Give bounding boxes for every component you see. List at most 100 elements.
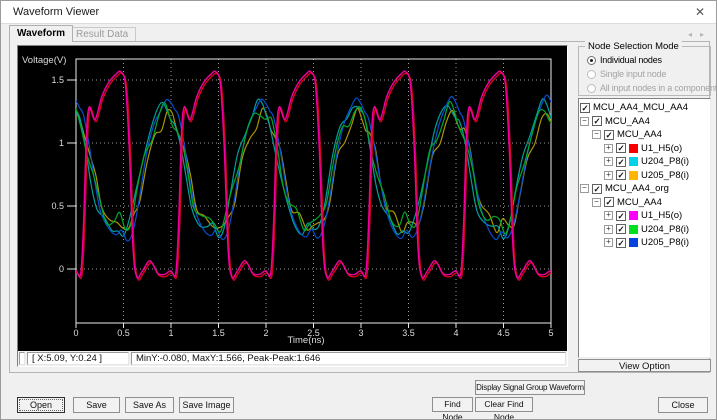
checkbox-icon[interactable]: ✓: [616, 224, 626, 234]
tab-strip: Waveform Result Data: [9, 24, 409, 42]
checkbox-icon[interactable]: ✓: [616, 211, 626, 221]
checkbox-icon[interactable]: ✓: [616, 143, 626, 153]
radio-label: Individual nodes: [600, 55, 662, 65]
tab-scroll-left-icon[interactable]: ◂: [688, 30, 692, 39]
expand-icon[interactable]: +: [604, 211, 613, 220]
svg-text:4: 4: [453, 328, 458, 338]
save-button[interactable]: Save: [73, 397, 120, 413]
radio-option-all-input-nodes-in-a-component: All input nodes in a component: [587, 81, 710, 95]
color-swatch: [629, 225, 638, 234]
svg-text:3.5: 3.5: [402, 328, 415, 338]
save-image-button[interactable]: Save Image: [179, 397, 234, 413]
titlebar: Waveform Viewer ✕: [1, 1, 716, 24]
tree-item-mcu-aa4[interactable]: −✓MCU_AA4: [579, 115, 710, 129]
close-icon[interactable]: ✕: [695, 5, 705, 19]
clear-find-node-button[interactable]: Clear Find Node: [475, 397, 533, 412]
tree-item-mcu-aa4[interactable]: −✓MCU_AA4: [579, 196, 710, 210]
radio-icon: [587, 84, 596, 93]
color-swatch: [629, 211, 638, 220]
tree-item-u204-p8-i[interactable]: +✓ U204_P8(i): [579, 223, 710, 237]
save-as-button[interactable]: Save As: [125, 397, 174, 413]
svg-text:0.5: 0.5: [117, 328, 130, 338]
tree-item-label[interactable]: MCU_AA4_org: [605, 183, 669, 194]
waveform-plot[interactable]: 00.511.522.533.544.551.510.50Voltage(V)T…: [18, 46, 567, 351]
close-button[interactable]: Close: [658, 397, 708, 413]
svg-text:3: 3: [358, 328, 363, 338]
display-signal-group-waveform-button[interactable]: Display Signal Group Waveform: [475, 380, 585, 395]
svg-text:1: 1: [59, 138, 64, 148]
checkbox-icon[interactable]: ✓: [616, 238, 626, 248]
tree-item-label[interactable]: U204_P8(i): [641, 224, 689, 235]
cursor-position-readout: [ X:5.09, Y:0.24 ]: [27, 352, 129, 365]
color-swatch: [629, 144, 638, 153]
tree-item-label[interactable]: U205_P8(i): [641, 237, 689, 248]
checkbox-icon[interactable]: ✓: [604, 130, 614, 140]
expand-icon[interactable]: +: [604, 157, 613, 166]
tree-item-label[interactable]: MCU_AA4: [617, 197, 662, 208]
svg-text:0: 0: [59, 264, 64, 274]
svg-text:5: 5: [548, 328, 553, 338]
tree-item-label[interactable]: U205_P8(i): [641, 170, 689, 181]
svg-text:Time(ns): Time(ns): [287, 335, 324, 346]
checkbox-icon[interactable]: ✓: [592, 184, 602, 194]
tree-item-label[interactable]: MCU_AA4_MCU_AA4: [593, 102, 688, 113]
checkbox-icon[interactable]: ✓: [580, 103, 590, 113]
tree-item-u1-h5-o[interactable]: +✓ U1_H5(o): [579, 209, 710, 223]
svg-text:1: 1: [168, 328, 173, 338]
svg-text:4.5: 4.5: [497, 328, 510, 338]
window-title: Waveform Viewer: [13, 6, 99, 18]
svg-text:Voltage(V): Voltage(V): [22, 55, 66, 66]
status-grip: [19, 352, 25, 365]
expand-icon[interactable]: +: [604, 238, 613, 247]
collapse-icon[interactable]: −: [592, 198, 601, 207]
color-swatch: [629, 157, 638, 166]
collapse-icon[interactable]: −: [592, 130, 601, 139]
expand-icon[interactable]: +: [604, 144, 613, 153]
tree-item-label[interactable]: MCU_AA4: [605, 116, 650, 127]
node-selection-mode-group: Node Selection Mode Individual nodesSing…: [578, 46, 711, 96]
tab-content-pane: 00.511.522.533.544.551.510.50Voltage(V)T…: [9, 41, 710, 373]
plot-status-bar: [ X:5.09, Y:0.24 ] MinY:-0.080, MaxY:1.5…: [18, 351, 567, 366]
radio-label: Single input node: [600, 69, 666, 79]
radio-icon: [587, 70, 596, 79]
node-tree: ✓MCU_AA4_MCU_AA4−✓MCU_AA4−✓MCU_AA4+✓U1_H…: [578, 98, 711, 358]
expand-icon[interactable]: +: [604, 225, 613, 234]
svg-text:1.5: 1.5: [212, 328, 225, 338]
tab-result-data[interactable]: Result Data: [68, 27, 136, 41]
tree-item-label[interactable]: U1_H5(o): [641, 143, 682, 154]
svg-text:1.5: 1.5: [51, 75, 64, 85]
tree-item-label[interactable]: U204_P8(i): [641, 156, 689, 167]
tree-item-u205-p8-i[interactable]: +✓ U205_P8(i): [579, 236, 710, 250]
collapse-icon[interactable]: −: [580, 184, 589, 193]
view-option-button[interactable]: View Option: [578, 359, 711, 372]
tree-item-u204-p8-i[interactable]: +✓ U204_P8(i): [579, 155, 710, 169]
group-title: Node Selection Mode: [585, 41, 682, 52]
checkbox-icon[interactable]: ✓: [592, 116, 602, 126]
tab-waveform[interactable]: Waveform: [9, 25, 73, 42]
open-button[interactable]: Open: [17, 397, 65, 413]
waveform-stats-readout: MinY:-0.080, MaxY:1.566, Peak-Peak:1.646: [131, 352, 566, 365]
expand-icon[interactable]: +: [604, 171, 613, 180]
tree-item-label[interactable]: U1_H5(o): [641, 210, 682, 221]
checkbox-icon[interactable]: ✓: [616, 170, 626, 180]
tree-item-u205-p8-i[interactable]: +✓ U205_P8(i): [579, 169, 710, 183]
tree-item-mcu-aa4-org[interactable]: −✓MCU_AA4_org: [579, 182, 710, 196]
radio-icon[interactable]: [587, 56, 596, 65]
find-node-button[interactable]: Find Node: [432, 397, 473, 412]
svg-text:0.5: 0.5: [51, 201, 64, 211]
radio-option-individual-nodes[interactable]: Individual nodes: [587, 53, 710, 67]
collapse-icon[interactable]: −: [580, 117, 589, 126]
tab-scroll-right-icon[interactable]: ▸: [700, 30, 704, 39]
node-selection-options: Individual nodes Single input node All inp…: [579, 53, 710, 95]
tree-item-mcu-aa4-mcu-aa4[interactable]: ✓MCU_AA4_MCU_AA4: [579, 101, 710, 115]
tree-item-mcu-aa4[interactable]: −✓MCU_AA4: [579, 128, 710, 142]
svg-text:2: 2: [263, 328, 268, 338]
tree-item-label[interactable]: MCU_AA4: [617, 129, 662, 140]
checkbox-icon[interactable]: ✓: [616, 157, 626, 167]
checkbox-icon[interactable]: ✓: [604, 197, 614, 207]
waveform-plot-panel: 00.511.522.533.544.551.510.50Voltage(V)T…: [17, 45, 568, 367]
tree-item-u1-h5-o[interactable]: +✓ U1_H5(o): [579, 142, 710, 156]
color-swatch: [629, 238, 638, 247]
color-swatch: [629, 171, 638, 180]
svg-text:0: 0: [73, 328, 78, 338]
